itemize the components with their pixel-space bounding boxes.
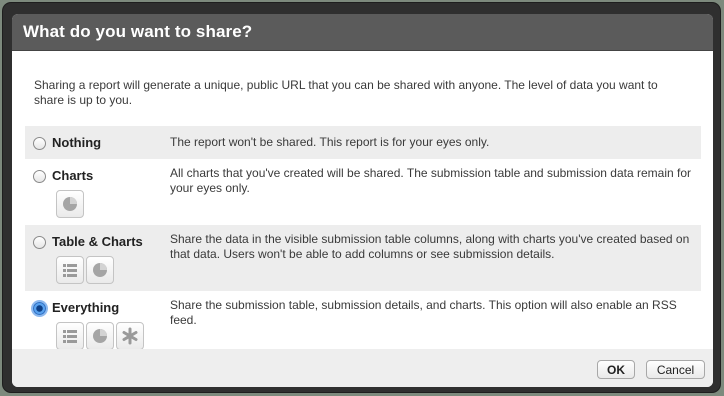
- dialog-titlebar: What do you want to share?: [12, 14, 713, 51]
- dialog-title: What do you want to share?: [23, 22, 253, 41]
- option-nothing[interactable]: Nothing The report won't be shared. This…: [25, 126, 701, 159]
- option-table-charts[interactable]: Table & Charts Share the data in the vis…: [25, 225, 701, 291]
- radio-charts[interactable]: [33, 170, 46, 183]
- dialog-body: Sharing a report will generate a unique,…: [12, 51, 713, 350]
- cancel-button[interactable]: Cancel: [646, 360, 705, 379]
- asterisk-icon: [116, 322, 144, 350]
- option-charts[interactable]: Charts All charts that you've created wi…: [25, 159, 701, 225]
- intro-text: Sharing a report will generate a unique,…: [34, 78, 658, 107]
- dialog-panel: What do you want to share? Sharing a rep…: [12, 14, 713, 387]
- radio-everything[interactable]: [33, 302, 46, 315]
- pie-chart-icon: [86, 256, 114, 284]
- option-everything[interactable]: Everything Share the submission table, s…: [25, 291, 701, 353]
- option-label[interactable]: Table & Charts: [52, 234, 143, 249]
- radio-table-charts[interactable]: [33, 236, 46, 249]
- table-list-icon: [56, 322, 84, 350]
- pie-chart-icon: [56, 190, 84, 218]
- ok-button[interactable]: OK: [597, 360, 635, 379]
- radio-nothing[interactable]: [33, 137, 46, 150]
- table-list-icon: [56, 256, 84, 284]
- option-description: Share the data in the visible submission…: [170, 232, 690, 261]
- option-label[interactable]: Everything: [52, 300, 119, 315]
- pie-chart-icon: [86, 322, 114, 350]
- option-description: The report won't be shared. This report …: [170, 135, 490, 149]
- option-description: All charts that you've created will be s…: [170, 166, 692, 195]
- option-label[interactable]: Nothing: [52, 135, 101, 150]
- option-label[interactable]: Charts: [52, 168, 93, 183]
- dialog-footer: OK Cancel: [12, 349, 713, 387]
- option-description: Share the submission table, submission d…: [170, 298, 677, 327]
- share-dialog: What do you want to share? Sharing a rep…: [3, 3, 720, 392]
